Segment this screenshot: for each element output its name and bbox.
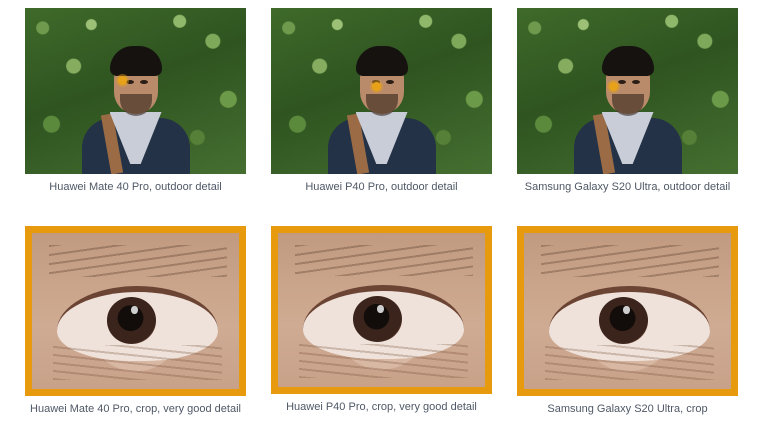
- photo-p40pro-outdoor: [271, 8, 492, 174]
- caption-s20ultra-crop: Samsung Galaxy S20 Ultra, crop: [547, 403, 708, 415]
- caption-mate40pro-outdoor: Huawei Mate 40 Pro, outdoor detail: [49, 181, 222, 193]
- photo-mate40pro-outdoor: [25, 8, 246, 174]
- caption-p40pro-crop: Huawei P40 Pro, crop, very good detail: [286, 401, 477, 413]
- crop-p40pro-image: [278, 233, 485, 387]
- crop-mate40pro-image: [32, 233, 239, 389]
- photo-s20ultra-outdoor: [517, 8, 738, 174]
- crop-s20ultra-image: [524, 233, 731, 389]
- caption-s20ultra-outdoor: Samsung Galaxy S20 Ultra, outdoor detail: [524, 181, 731, 193]
- portrait-subject: [568, 24, 688, 174]
- portrait-subject: [76, 24, 196, 174]
- crop-marker-icon: [609, 82, 618, 91]
- crop-marker-icon: [118, 76, 127, 85]
- crop-p40pro-frame: [271, 226, 492, 394]
- crop-s20ultra-frame: [517, 226, 738, 396]
- portrait-subject: [322, 24, 442, 174]
- crop-marker-icon: [372, 82, 381, 91]
- crop-mate40pro-frame: [25, 226, 246, 396]
- caption-mate40pro-crop: Huawei Mate 40 Pro, crop, very good deta…: [30, 403, 241, 415]
- caption-p40pro-outdoor: Huawei P40 Pro, outdoor detail: [305, 181, 458, 193]
